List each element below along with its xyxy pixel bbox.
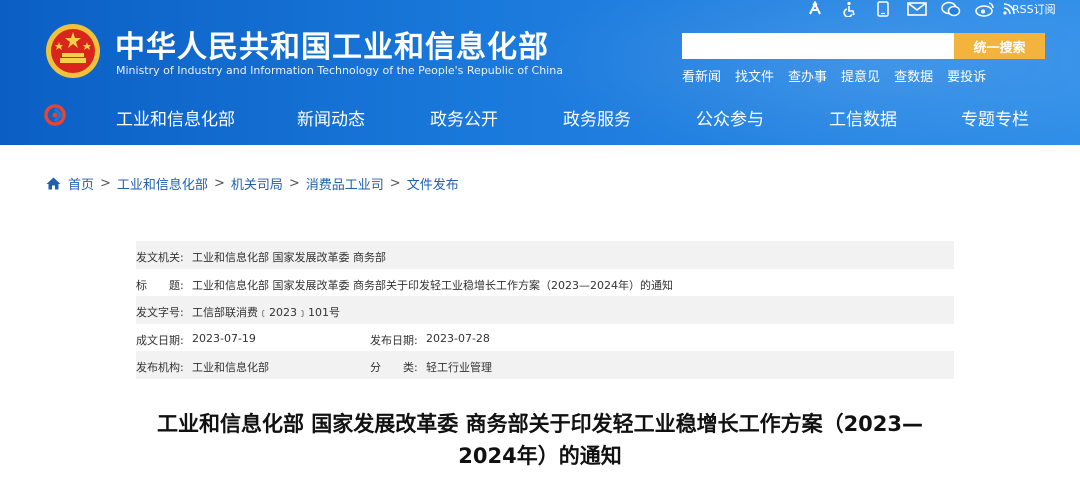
created-date-value: 2023-07-19 [192,331,256,345]
document-title: 工业和信息化部 国家发展改革委 商务部关于印发轻工业稳增长工作方案（2023— … [140,408,940,472]
nav-item-ministry[interactable]: 工业和信息化部 [116,105,235,130]
breadcrumb-departments[interactable]: 机关司局 [231,174,283,193]
meta-row-title: 标 题: 工业和信息化部 国家发展改革委 商务部关于印发轻工业稳增长工作方案（2… [136,269,954,297]
site-header: 中华人民共和国工业和信息化部 Ministry of Industry and … [0,0,1080,145]
nav-item-topics[interactable]: 专题专栏 [961,105,1029,130]
breadcrumb-separator: > [288,176,300,191]
mail-icon[interactable] [900,0,934,18]
title-label: 标 题: [136,278,184,292]
breadcrumb: 首页 > 工业和信息化部 > 机关司局 > 消费品工业司 > 文件发布 [46,174,459,193]
quicklink-news[interactable]: 看新闻 [682,66,721,85]
issuer-value: 工业和信息化部 国家发展改革委 商务部 [192,251,386,264]
meta-row-dates: 成文日期: 2023-07-19 发布日期: 2023-07-28 [136,324,954,352]
breadcrumb-separator: > [213,176,225,191]
document-title-line-2: 2024年）的通知 [458,444,622,468]
weibo-icon[interactable] [968,0,1002,18]
site-logo-icon[interactable] [44,104,66,126]
national-emblem-icon [46,24,100,78]
org-value: 工业和信息化部 [192,361,269,375]
org-label: 发布机构: [136,361,184,375]
search-input[interactable] [682,33,954,59]
title-value: 工业和信息化部 国家发展改革委 商务部关于印发轻工业稳增长工作方案（2023—2… [192,278,673,292]
quicklink-feedback[interactable]: 提意见 [841,66,880,85]
breadcrumb-separator: > [100,176,111,191]
main-nav: 工业和信息化部 新闻动态 政务公开 政务服务 公众参与 工信数据 专题专栏 [0,95,1080,137]
docno-label: 发文字号: [136,306,184,320]
category-label: 分 类: [370,361,418,375]
mobile-icon[interactable] [866,0,900,18]
site-subtitle: Ministry of Industry and Information Tec… [116,64,563,77]
nav-item-news[interactable]: 新闻动态 [297,105,365,130]
nav-item-data[interactable]: 工信数据 [829,105,897,130]
meta-row-issuer: 发文机关: 工业和信息化部 国家发展改革委 商务部 [136,241,954,269]
breadcrumb-home[interactable]: 首页 [68,174,94,193]
breadcrumb-consumer-goods[interactable]: 消费品工业司 [306,174,384,193]
wechat-icon[interactable] [934,0,968,18]
nav-item-gov-affairs[interactable]: 政务公开 [430,105,498,130]
docno-value: 工信部联消费﹝2023﹞101号 [192,306,340,320]
quicklink-data[interactable]: 查数据 [894,66,933,85]
nav-item-services[interactable]: 政务服务 [563,105,631,130]
search-button[interactable]: 统一搜索 [954,33,1045,59]
breadcrumb-ministry[interactable]: 工业和信息化部 [117,174,208,193]
quicklink-complaint[interactable]: 要投诉 [947,66,986,85]
meta-row-org: 发布机构: 工业和信息化部 分 类: 轻工行业管理 [136,351,954,379]
site-title[interactable]: 中华人民共和国工业和信息化部 [115,22,549,66]
document-meta-table: 发文机关: 工业和信息化部 国家发展改革委 商务部 标 题: 工业和信息化部 国… [136,241,954,379]
quick-links: 看新闻 找文件 查办事 提意见 查数据 要投诉 [682,66,986,85]
document-title-line-1: 工业和信息化部 国家发展改革委 商务部关于印发轻工业稳增长工作方案（2023— [156,412,924,436]
issuer-label: 发文机关: [136,251,184,264]
accessibility-icon[interactable] [798,0,832,18]
published-date-label: 发布日期: [370,333,418,347]
top-icon-bar: RSS订阅 [798,0,1056,18]
breadcrumb-separator: > [389,176,401,191]
rss-label[interactable]: RSS订阅 [1012,1,1056,17]
quicklink-files[interactable]: 找文件 [735,66,774,85]
wheelchair-icon[interactable] [832,0,866,18]
home-icon[interactable] [46,177,61,190]
category-value: 轻工行业管理 [426,361,492,375]
meta-row-docno: 发文字号: 工信部联消费﹝2023﹞101号 [136,296,954,324]
nav-item-participation[interactable]: 公众参与 [696,105,764,130]
quicklink-services[interactable]: 查办事 [788,66,827,85]
breadcrumb-file-release[interactable]: 文件发布 [407,174,459,193]
created-date-label: 成文日期: [136,333,184,347]
published-date-value: 2023-07-28 [426,331,490,345]
